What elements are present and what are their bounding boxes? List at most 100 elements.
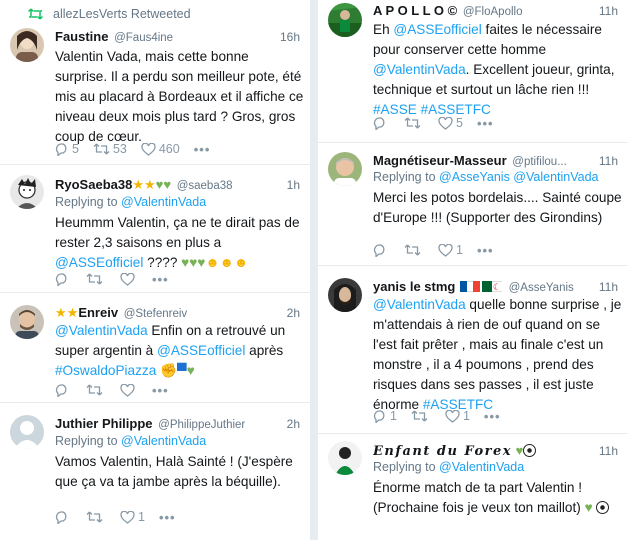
more-options-icon[interactable]: •••	[484, 409, 501, 424]
laughing-emoji: ☻☻☻	[205, 255, 249, 270]
avatar[interactable]	[10, 28, 44, 62]
author-handle[interactable]: @PhilippeJuthier	[158, 419, 245, 431]
mention-link[interactable]: @ValentinVada	[373, 297, 466, 312]
avatar[interactable]	[328, 3, 362, 37]
reply-button[interactable]	[55, 383, 72, 397]
retweet-button[interactable]	[404, 117, 424, 129]
retweet-icon	[411, 410, 428, 422]
tweet-text: @ValentinVada Enfin on a retrouvé un sup…	[55, 321, 304, 381]
like-button[interactable]: 5	[438, 116, 463, 130]
tweet-enfant-du-forex[interactable]: Enfant du Forex ♥ 11h Replying to @Valen…	[318, 434, 628, 540]
more-options-icon[interactable]: •••	[477, 116, 494, 131]
replying-to-link[interactable]: @ValentinVada	[121, 195, 206, 209]
author-handle[interactable]: @FloApollo	[463, 6, 523, 18]
tweet-yanis-le-stmg[interactable]: yanis le stmg ☾ @AsseYanis 11h @Valentin…	[318, 266, 628, 434]
author-name[interactable]: Faustine	[55, 29, 108, 44]
tweet-time[interactable]: 1h	[282, 176, 300, 194]
reply-button[interactable]	[55, 272, 72, 286]
tweet-actions: 1 •••	[373, 242, 494, 258]
mention-link[interactable]: @ValentinVada	[373, 62, 466, 77]
star-emoji: ★★	[55, 305, 79, 320]
avatar[interactable]	[10, 175, 44, 209]
tweet-text: Eh @ASSEofficiel faites le nécessaire po…	[373, 20, 622, 120]
author-name[interactable]: Juthier Philippe	[55, 416, 153, 431]
more-options-icon[interactable]: •••	[194, 142, 211, 157]
reply-button[interactable]	[373, 243, 390, 257]
retweet-icon	[86, 384, 103, 396]
author-name[interactable]: yanis le stmg	[373, 279, 455, 294]
tweet-ryosaeba38[interactable]: RyoSaeba38★★♥♥ @saeba38 1h Replying to @…	[0, 165, 310, 293]
mention-link[interactable]: @ASSEofficiel	[393, 22, 481, 37]
avatar[interactable]	[328, 441, 362, 475]
like-button[interactable]: 460	[141, 142, 180, 156]
tweet-magnetiseur-masseur[interactable]: Magnétiseur-Masseur @ptifilou... 11h Rep…	[318, 143, 628, 266]
more-options-icon[interactable]: •••	[152, 383, 169, 398]
retweet-button[interactable]	[411, 410, 431, 422]
more-options-icon[interactable]: •••	[477, 243, 494, 258]
tweet-time[interactable]: 16h	[275, 28, 300, 46]
green-heart-emoji: ♥♥♥	[181, 255, 206, 270]
hashtag-link[interactable]: #OswaldoPiazza	[55, 363, 156, 378]
retweet-icon	[404, 117, 421, 129]
replying-prefix: Replying to	[55, 195, 122, 209]
author-handle[interactable]: @ptifilou...	[512, 156, 567, 168]
author-handle[interactable]: @Faus4ine	[114, 32, 173, 44]
tweet-time[interactable]: 11h	[594, 442, 618, 460]
avatar[interactable]	[328, 278, 362, 312]
like-button[interactable]: 1	[438, 243, 463, 257]
avatar[interactable]	[10, 415, 44, 449]
author-name[interactable]: Enreiv	[78, 305, 118, 320]
reply-icon	[55, 383, 67, 397]
tweet-time[interactable]: 11h	[594, 2, 618, 20]
replying-to-link[interactable]: @ValentinVada	[439, 460, 524, 474]
author-name[interactable]: Enfant du Forex	[373, 444, 512, 459]
tweet-apollo[interactable]: A P O L L O © @FloApollo 11h Eh @ASSEoff…	[318, 0, 628, 143]
tweet-text-b: ????	[143, 255, 182, 270]
heart-icon	[141, 142, 156, 156]
reply-icon	[55, 142, 67, 156]
author-name[interactable]: RyoSaeba38	[55, 177, 132, 192]
author-handle[interactable]: @saeba38	[177, 180, 233, 192]
reply-button[interactable]	[373, 116, 390, 130]
reply-button[interactable]: 1	[373, 409, 397, 423]
like-button[interactable]: 1	[120, 510, 145, 524]
tweet-time[interactable]: 2h	[282, 415, 300, 433]
like-button[interactable]: 1	[445, 409, 470, 423]
tweet-enreiv[interactable]: ★★Enreiv @Stefenreiv 2h @ValentinVada En…	[0, 293, 310, 403]
retweet-button[interactable]	[86, 511, 106, 523]
author-name[interactable]: A P O L L O ©	[373, 3, 457, 18]
tweet-juthier-philippe[interactable]: Juthier Philippe @PhilippeJuthier 2h Rep…	[0, 403, 310, 540]
mention-link[interactable]: @ValentinVada	[55, 323, 148, 338]
author-handle[interactable]: @Stefenreiv	[124, 308, 187, 320]
avatar[interactable]	[328, 152, 362, 186]
tweet-text: Énorme match de ta part Valentin ! (Proc…	[373, 478, 622, 518]
author-handle[interactable]: @AsseYanis	[509, 282, 574, 294]
like-button[interactable]	[120, 383, 138, 397]
tweet-actions: 1 1 •••	[373, 408, 501, 424]
shirt-emoji: ▀	[176, 363, 187, 378]
reply-count: 5	[72, 142, 79, 156]
like-button[interactable]	[120, 272, 138, 286]
reply-button[interactable]	[55, 510, 72, 524]
tweet-time[interactable]: 11h	[594, 278, 618, 296]
more-options-icon[interactable]: •••	[159, 510, 176, 525]
reply-icon	[373, 116, 385, 130]
tweet-time[interactable]: 11h	[594, 152, 618, 170]
mention-link[interactable]: @ASSEofficiel	[157, 343, 245, 358]
replying-to-link[interactable]: @ValentinVada	[121, 434, 206, 448]
tweet-faustine[interactable]: allezLesVerts Retweeted Faustine @Faus4i…	[0, 0, 310, 165]
reply-icon	[373, 243, 385, 257]
mention-link[interactable]: @ASSEofficiel	[55, 255, 143, 270]
retweet-button[interactable]	[404, 244, 424, 256]
tweet-time[interactable]: 2h	[282, 304, 300, 322]
more-options-icon[interactable]: •••	[152, 272, 169, 287]
retweet-button[interactable]: 53	[93, 142, 127, 156]
right-timeline-column: A P O L L O © @FloApollo 11h Eh @ASSEoff…	[318, 0, 628, 540]
reply-button[interactable]: 5	[55, 142, 79, 156]
replying-to-link[interactable]: @AsseYanis @ValentinVada	[439, 170, 599, 184]
retweet-button[interactable]	[86, 273, 106, 285]
retweet-button[interactable]	[86, 384, 106, 396]
avatar[interactable]	[10, 305, 44, 339]
author-name[interactable]: Magnétiseur-Masseur	[373, 153, 507, 168]
tweet-actions: 5 53 460 •••	[55, 141, 210, 157]
